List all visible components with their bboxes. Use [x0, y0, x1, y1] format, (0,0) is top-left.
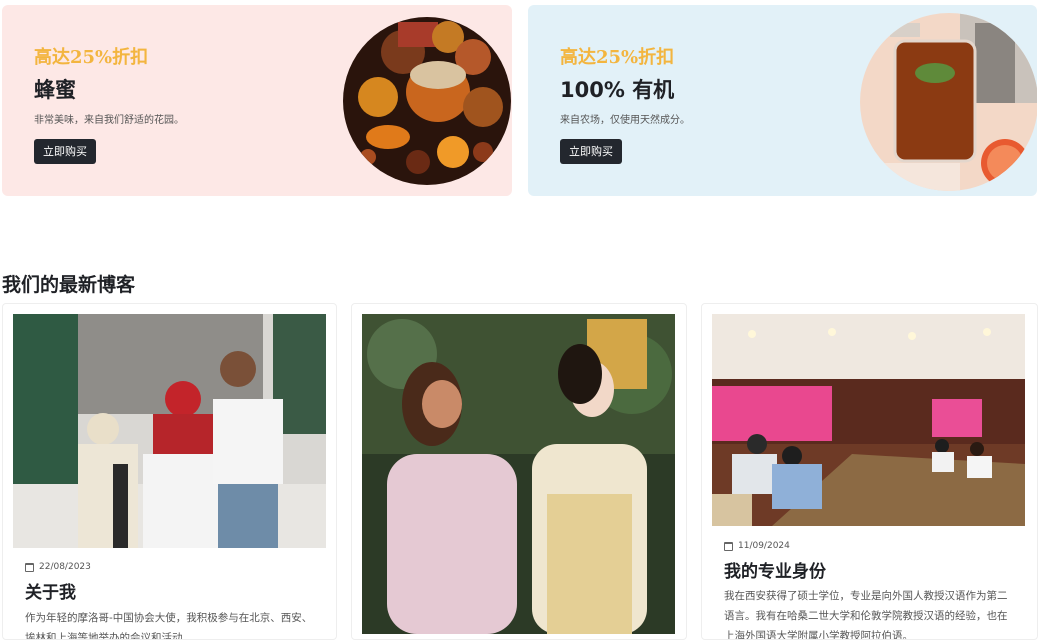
blog-card[interactable]: [351, 303, 687, 640]
post-excerpt: 作为年轻的摩洛哥-中国协会大使，我积极参与在北京、西安、埃林和上海等地举办的会议…: [25, 612, 313, 640]
post-title[interactable]: 我的专业身份: [724, 557, 826, 582]
post-excerpt: 我在西安获得了硕士学位，专业是向外国人教授汉语作为第二语言。我有在哈桑二世大学和…: [724, 590, 1008, 640]
promo-discount: 高达25%折扣: [560, 47, 675, 68]
traditional-dress-photo: [362, 314, 675, 634]
promo-banner-honey: 高达25%折扣 蜂蜜 非常美味，来自我们舒适的花园。 立即购买: [2, 5, 512, 196]
post-date-text: 22/08/2023: [39, 562, 91, 572]
blog-card[interactable]: 11/09/2024 我的专业身份 我在西安获得了硕士学位，专业是向外国人教授汉…: [701, 303, 1038, 640]
classroom-photo: [13, 314, 326, 548]
promo-discount: 高达25%折扣: [34, 47, 149, 68]
post-date-text: 11/09/2024: [738, 541, 790, 551]
conference-room-photo: [712, 314, 1025, 526]
post-date: 22/08/2023: [25, 562, 91, 572]
post-title[interactable]: 关于我: [25, 578, 76, 603]
honey-jar-tea-image: [860, 13, 1037, 191]
honey-spices-image: [343, 17, 511, 185]
promo-title: 蜂蜜: [34, 78, 76, 102]
promo-subtitle: 非常美味，来自我们舒适的花园。: [34, 115, 184, 126]
promo-subtitle: 来自农场，仅使用天然成分。: [560, 115, 690, 126]
buy-now-button[interactable]: 立即购买: [560, 139, 622, 164]
calendar-icon: [724, 541, 733, 551]
promo-title: 100% 有机: [560, 78, 675, 102]
buy-now-button[interactable]: 立即购买: [34, 139, 96, 164]
blog-card[interactable]: 22/08/2023 关于我 作为年轻的摩洛哥-中国协会大使，我积极参与在北京、…: [2, 303, 337, 640]
promo-banner-organic: 高达25%折扣 100% 有机 来自农场，仅使用天然成分。 立即购买: [528, 5, 1037, 196]
calendar-icon: [25, 562, 34, 572]
post-date: 11/09/2024: [724, 541, 790, 551]
blog-section-title: 我们的最新博客: [2, 274, 136, 296]
